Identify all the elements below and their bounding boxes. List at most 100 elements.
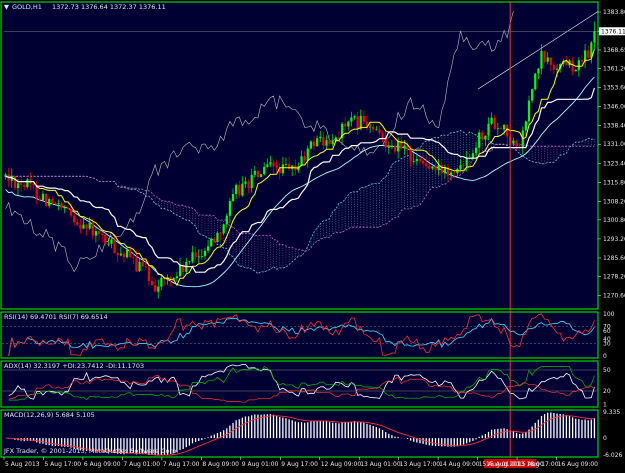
candle-body xyxy=(381,133,384,139)
price-axis-label: 1346.00 xyxy=(603,104,625,111)
current-price-value: 1376.11 xyxy=(601,28,625,35)
candle-body xyxy=(203,250,207,256)
candle-body xyxy=(188,261,191,263)
time-axis-label: 16 Aug 09:00 xyxy=(558,461,599,468)
candle-body xyxy=(284,164,288,165)
symbol-label: GOLD,H1 xyxy=(12,3,42,11)
candle-body xyxy=(238,184,241,196)
rsi-axis-label: 0 xyxy=(603,353,607,360)
candle-body xyxy=(13,175,17,188)
candle-body xyxy=(478,132,481,148)
candle-body xyxy=(144,266,147,268)
chart-canvas[interactable]: 15 Aug 2013 18:00 1383.801376.111368.651… xyxy=(0,0,625,469)
candle-body xyxy=(428,166,431,169)
candle-body xyxy=(421,160,425,164)
candle-body xyxy=(540,50,543,69)
candle-body xyxy=(228,200,231,216)
time-axis-label: 12 Aug 09:00 xyxy=(321,461,362,468)
candle-body xyxy=(453,172,456,174)
candle-body xyxy=(555,68,559,70)
candle-body xyxy=(231,194,235,201)
candle-body xyxy=(194,252,197,257)
candle-body xyxy=(54,202,57,204)
candle-body xyxy=(51,199,54,203)
candle-body xyxy=(474,147,478,154)
candle-body xyxy=(397,140,400,152)
time-axis-label: 9 Aug 17:00 xyxy=(281,461,318,468)
candle-body xyxy=(580,60,584,62)
candle-body xyxy=(577,60,580,70)
candle-body xyxy=(356,116,359,130)
candle-body xyxy=(94,231,98,236)
candle-body xyxy=(309,141,313,149)
candle-body xyxy=(104,234,107,244)
candle-body xyxy=(502,124,506,130)
candle-body xyxy=(250,174,253,189)
rsi-header: RSI(14) 69.4701 RSI(7) 69.6514 xyxy=(4,313,108,321)
candle-body xyxy=(393,145,397,152)
candle-body xyxy=(450,172,453,176)
candle-body xyxy=(347,121,350,127)
adx-axis-label: 1 xyxy=(603,401,607,408)
candle-body xyxy=(537,68,540,74)
candle-body xyxy=(219,232,222,234)
candle-body xyxy=(306,148,309,161)
candle-body xyxy=(527,100,531,122)
candle-body xyxy=(372,126,375,130)
candle-body xyxy=(272,162,275,167)
candle-body xyxy=(587,50,590,58)
candle-body xyxy=(412,161,415,162)
candle-body xyxy=(175,276,179,279)
candle-body xyxy=(119,253,122,256)
candle-body xyxy=(91,222,94,236)
rsi-axis-label: 100 xyxy=(603,311,615,318)
candle-body xyxy=(107,243,110,245)
candle-body xyxy=(20,183,23,185)
candle-body xyxy=(82,224,85,229)
candle-body xyxy=(101,233,104,235)
candle-body xyxy=(487,123,490,136)
adx-header: ADX(14) 32.3197 +DI:23.7412 -DI:11.1703 xyxy=(4,362,144,370)
candle-body xyxy=(57,203,60,204)
rsi-axis-label: 60 xyxy=(603,328,611,335)
candle-body xyxy=(79,224,82,229)
candle-body xyxy=(409,149,412,162)
candle-body xyxy=(552,65,556,70)
main-chart-pane[interactable] xyxy=(0,1,599,310)
candle-body xyxy=(462,165,465,167)
ohlc-values: 1372.73 1376.64 1372.37 1376.11 xyxy=(52,3,166,11)
candle-body xyxy=(337,137,341,139)
time-axis-label: 9 Aug 01:00 xyxy=(242,461,279,468)
copyright-watermark: JFX Trader, © 2001-2013, MetaQuotes Soft… xyxy=(3,447,178,455)
candle-body xyxy=(322,136,325,146)
candle-body xyxy=(375,129,378,131)
price-axis-label: 1270.60 xyxy=(603,292,625,299)
candle-body xyxy=(48,199,51,206)
candle-body xyxy=(160,277,163,287)
candle-body xyxy=(434,166,437,171)
candle-body xyxy=(216,232,219,243)
candle-body xyxy=(459,165,462,169)
time-axis-label: 5 Aug 17:00 xyxy=(44,461,81,468)
candle-body xyxy=(593,31,596,43)
candle-body xyxy=(481,132,484,140)
candle-body xyxy=(63,207,66,209)
macd-header: MACD(12,26,9) 5.684 5.105 xyxy=(4,411,95,419)
adx-axis-label: 50 xyxy=(603,367,611,374)
collapse-arrow-icon[interactable]: ▼ xyxy=(4,3,9,11)
candle-body xyxy=(506,124,509,137)
trading-chart-window[interactable]: 15 Aug 2013 18:00 1383.801376.111368.651… xyxy=(0,0,625,469)
candle-body xyxy=(210,238,213,247)
candle-body xyxy=(465,158,468,166)
candle-body xyxy=(331,141,334,145)
time-axis-label: 13 Aug 17:00 xyxy=(400,461,441,468)
candle-body xyxy=(546,57,549,62)
candle-body xyxy=(60,203,63,208)
candle-body xyxy=(141,261,144,267)
candle-body xyxy=(319,136,322,139)
candle-body xyxy=(350,117,353,122)
price-axis-label: 1293.20 xyxy=(603,236,625,243)
price-axis-label: 1315.80 xyxy=(603,179,625,186)
candle-body xyxy=(44,193,48,206)
candle-body xyxy=(88,222,91,229)
